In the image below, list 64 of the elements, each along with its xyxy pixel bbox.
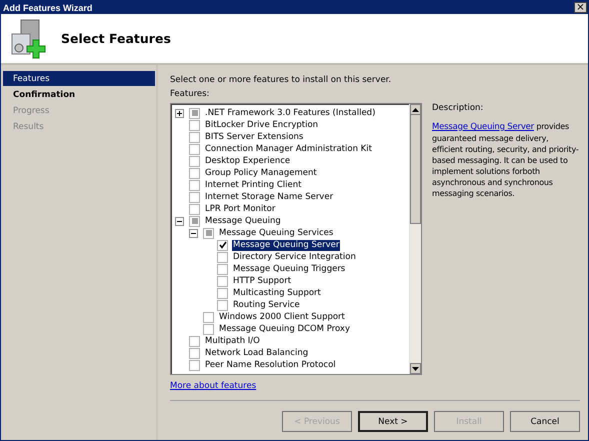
checkbox[interactable] bbox=[217, 300, 228, 310]
page-title: Select Features bbox=[61, 31, 171, 46]
checkbox[interactable] bbox=[203, 324, 214, 334]
checkbox[interactable] bbox=[189, 144, 200, 154]
more-about-link[interactable]: More about features bbox=[170, 381, 256, 391]
checkbox[interactable] bbox=[189, 168, 200, 178]
checkbox[interactable] bbox=[189, 360, 200, 370]
feature-item[interactable]: Directory Service Integration bbox=[232, 252, 357, 262]
feature-item[interactable]: Peer Name Resolution Protocol bbox=[204, 360, 337, 370]
checkbox[interactable] bbox=[217, 264, 228, 274]
feature-item[interactable]: Message Queuing bbox=[204, 216, 282, 226]
close-button[interactable]: × bbox=[574, 2, 587, 13]
feature-item[interactable]: Message Queuing Triggers bbox=[232, 264, 346, 274]
feature-link[interactable]: Message Queuing Server bbox=[432, 122, 534, 132]
checkbox[interactable] bbox=[203, 312, 214, 322]
checkbox[interactable] bbox=[189, 120, 200, 130]
checkbox[interactable] bbox=[189, 336, 200, 346]
feature-item[interactable]: Internet Storage Name Server bbox=[204, 192, 334, 202]
checkbox[interactable] bbox=[217, 276, 228, 286]
collapse-toggle[interactable] bbox=[175, 216, 184, 226]
checkbox[interactable] bbox=[189, 180, 200, 190]
checkbox[interactable] bbox=[189, 348, 200, 358]
expand-toggle[interactable] bbox=[175, 108, 184, 118]
instruction-text: Select one or more features to install on this server. bbox=[170, 75, 392, 85]
wizard-button[interactable]: Next > bbox=[358, 411, 428, 432]
wizard-step[interactable]: Confirmation bbox=[3, 87, 155, 102]
checkbox[interactable] bbox=[189, 156, 200, 166]
feature-item[interactable]: Multicasting Support bbox=[232, 288, 322, 298]
feature-item[interactable]: BitLocker Drive Encryption bbox=[204, 120, 320, 130]
feature-item[interactable]: Multipath I/O bbox=[204, 336, 261, 346]
window-title: Add Features Wizard bbox=[3, 2, 92, 12]
feature-item[interactable]: Message Queuing Server bbox=[232, 240, 340, 250]
description-text: Message Queuing Server provides guaranteed message delivery, efficient routing, security, and priority-based messaging. It can be used to implement solutions forboth asynchronous and synchronous messaging scenarios. bbox=[432, 121, 580, 199]
feature-item[interactable]: Desktop Experience bbox=[204, 156, 292, 166]
scroll-up-icon[interactable] bbox=[410, 104, 421, 115]
feature-item[interactable]: Message Queuing DCOM Proxy bbox=[218, 324, 351, 334]
wizard-button[interactable]: Cancel bbox=[510, 411, 580, 432]
checkbox[interactable] bbox=[189, 216, 200, 226]
checkbox[interactable] bbox=[189, 108, 200, 118]
checkbox[interactable] bbox=[217, 288, 228, 298]
checkbox[interactable] bbox=[217, 240, 228, 250]
feature-item[interactable]: Internet Printing Client bbox=[204, 180, 302, 190]
checkbox[interactable] bbox=[203, 228, 214, 238]
checkbox[interactable] bbox=[189, 192, 200, 202]
checkbox[interactable] bbox=[189, 204, 200, 214]
checkbox[interactable] bbox=[189, 132, 200, 142]
feature-item[interactable]: Network Load Balancing bbox=[204, 348, 310, 358]
checkbox[interactable] bbox=[217, 252, 228, 262]
feature-item[interactable]: LPR Port Monitor bbox=[204, 204, 276, 214]
description-label: Description: bbox=[432, 103, 484, 113]
scrollbar[interactable] bbox=[409, 104, 421, 374]
scroll-thumb[interactable] bbox=[410, 114, 421, 224]
collapse-toggle[interactable] bbox=[189, 228, 198, 238]
feature-item[interactable]: .NET Framework 3.0 Features (Installed) bbox=[204, 108, 376, 118]
feature-item[interactable]: HTTP Support bbox=[232, 276, 292, 286]
feature-item[interactable]: BITS Server Extensions bbox=[204, 132, 304, 142]
scroll-down-icon[interactable] bbox=[410, 363, 421, 374]
feature-item[interactable]: Routing Service bbox=[232, 300, 301, 310]
feature-item[interactable]: Connection Manager Administration Kit bbox=[204, 144, 373, 154]
feature-item[interactable]: Group Policy Management bbox=[204, 168, 318, 178]
feature-item[interactable]: Message Queuing Services bbox=[218, 228, 334, 238]
wizard-step[interactable]: Features bbox=[3, 71, 155, 86]
feature-item[interactable]: Windows 2000 Client Support bbox=[218, 312, 346, 322]
features-label: Features: bbox=[170, 89, 210, 99]
